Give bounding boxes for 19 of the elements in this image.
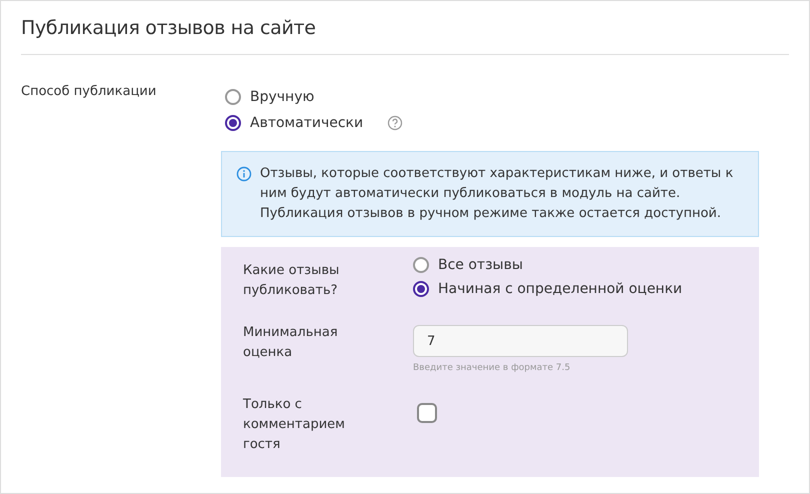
radio-option[interactable]: Автоматически <box>225 115 364 131</box>
radio-option[interactable]: Все отзывы <box>413 257 682 273</box>
field-label: Какие отзывы публиковать? <box>243 262 340 300</box>
radio-icon[interactable] <box>225 89 241 105</box>
radio-icon[interactable] <box>413 257 429 273</box>
help-icon[interactable] <box>387 115 404 131</box>
info-icon <box>236 166 252 182</box>
checkbox[interactable] <box>417 403 437 423</box>
radio-icon[interactable] <box>413 281 429 297</box>
section-title: Публикация отзывов на сайте <box>21 1 789 55</box>
field-label: Только с комментарием гостя <box>243 396 346 454</box>
info-text: Отзывы, которые соответствуют характеристикам ниже, и ответы к ним будут автоматически публиковаться в модуль на сайте. Публикация отзывов в ручном режиме также остается доступной. <box>260 165 734 223</box>
input-field[interactable]: 7 <box>413 325 628 357</box>
field-label: Минимальная оценка <box>243 324 339 362</box>
field-label: Способ публикации <box>21 83 158 101</box>
radio-option[interactable]: Вручную <box>225 89 314 105</box>
hint-text: Введите значение в формате 7.5 <box>413 363 572 373</box>
radio-option[interactable]: Начиная с определенной оценки <box>413 281 682 297</box>
radio-icon[interactable] <box>225 115 241 131</box>
